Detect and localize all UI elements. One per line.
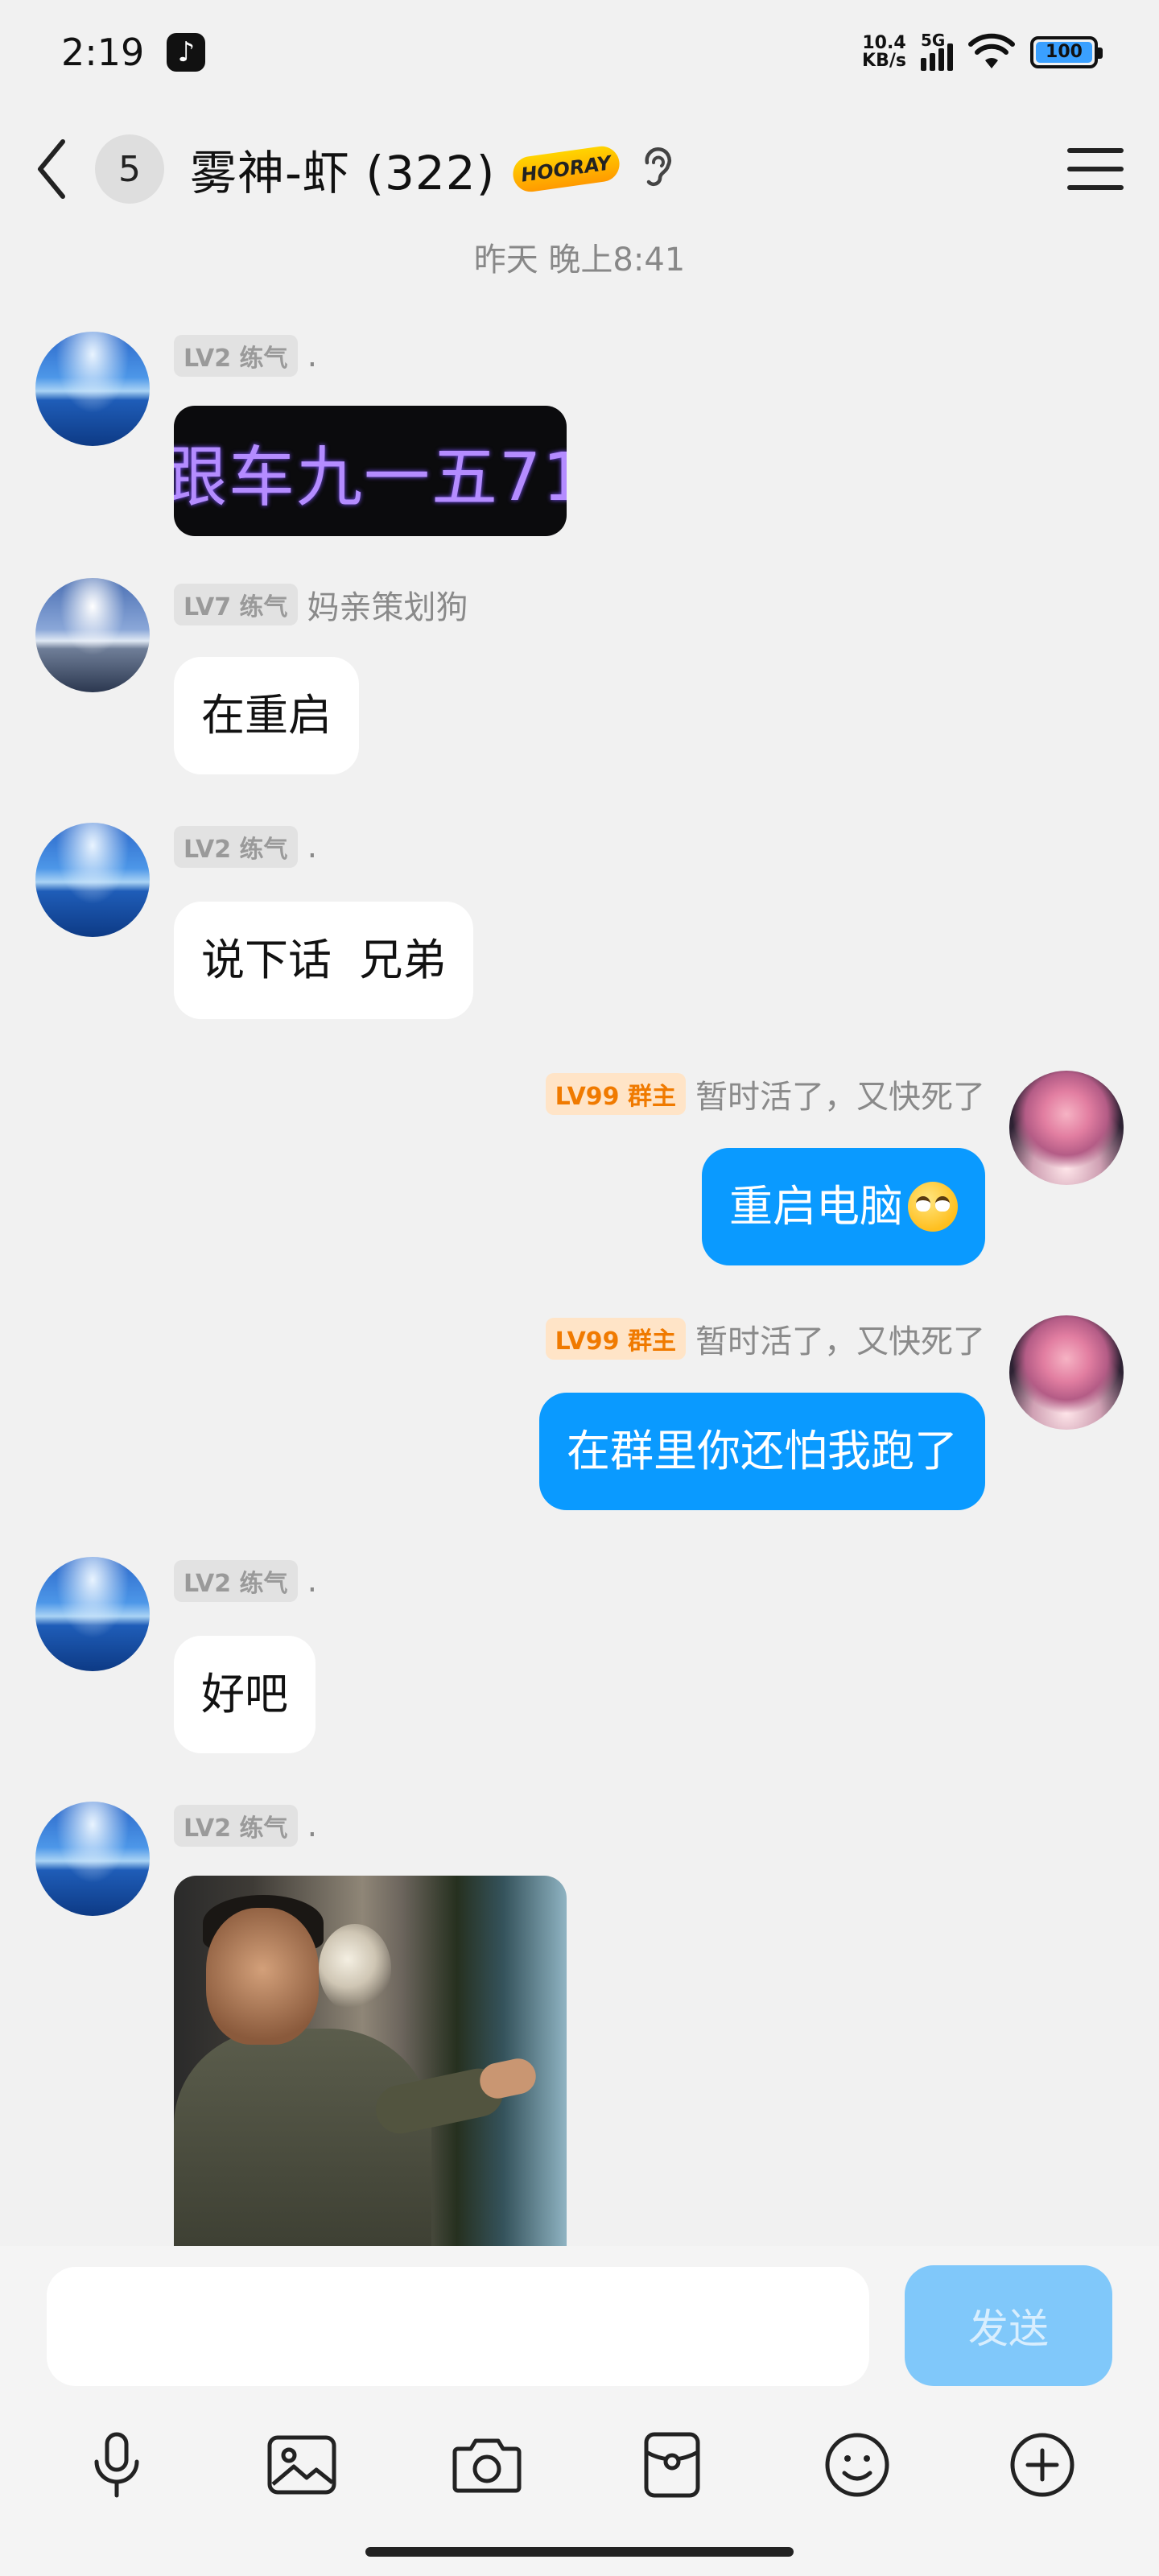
avatar[interactable] [1009, 1315, 1124, 1430]
status-bar: 2:19 ♪ 10.4 KB/s 5G 100 [0, 0, 1159, 105]
message-input[interactable] [47, 2267, 869, 2386]
image-message[interactable] [174, 1876, 567, 2246]
chat-header: 5 雾神-虾 (322) HOORAY [0, 105, 1159, 233]
message-bubble[interactable]: 重启电脑 [702, 1148, 985, 1265]
avatar[interactable] [35, 578, 150, 692]
chat-title[interactable]: 雾神-虾 (322) [190, 135, 495, 203]
message-bubble[interactable]: 好吧 [174, 1636, 316, 1753]
wifi-icon [967, 33, 1016, 72]
level-badge: LV99 群主 [545, 1073, 686, 1115]
network-speed: 10.4 KB/s [862, 35, 906, 70]
sender-name: . [307, 337, 318, 374]
message-bubble[interactable]: 说下话 兄弟 [174, 902, 474, 1019]
network-speed-value: 10.4 [862, 33, 906, 53]
level-badge: LV2 练气 [174, 1560, 298, 1602]
cellular-signal-icon: 5G [921, 31, 953, 71]
sender-name: 妈亲策划狗 [307, 589, 468, 626]
level-badge: LV2 练气 [174, 826, 298, 868]
avatar[interactable] [35, 1802, 150, 1916]
sender-name: 暂时活了，又快死了 [695, 1079, 985, 1116]
sender-name: . [307, 1563, 318, 1600]
level-badge: LV7 练气 [174, 584, 298, 625]
unread-count-badge[interactable]: 5 [95, 134, 164, 204]
plus-icon[interactable] [998, 2421, 1087, 2509]
avatar[interactable] [35, 332, 150, 446]
back-icon[interactable] [35, 133, 84, 205]
avatar[interactable] [1009, 1071, 1124, 1185]
battery-level: 100 [1036, 42, 1092, 63]
level-badge: LV99 群主 [545, 1318, 686, 1360]
message-timestamp: 昨天 晚上8:41 [473, 242, 686, 279]
message-bubble[interactable]: 在群里你还怕我跑了 [539, 1393, 985, 1510]
level-badge: LV2 练气 [174, 1805, 298, 1847]
network-type: 5G [921, 31, 946, 50]
tiktok-notification-icon: ♪ [167, 33, 206, 72]
send-button[interactable]: 发送 [905, 2265, 1112, 2386]
sticker-image[interactable]: 跟车九一五715 [174, 406, 567, 536]
emoji-icon[interactable] [813, 2421, 901, 2509]
group-badge: HOORAY [510, 143, 622, 195]
home-indicator[interactable] [365, 2547, 794, 2557]
sender-name: . [307, 828, 318, 865]
sticker-text: 跟车九一五715 [174, 439, 567, 516]
avatar[interactable] [35, 1557, 150, 1671]
avatar[interactable] [35, 823, 150, 937]
camera-icon[interactable] [443, 2421, 531, 2509]
message-text: 重启电脑 [729, 1181, 903, 1232]
red-packet-icon[interactable] [628, 2421, 716, 2509]
network-speed-unit: KB/s [862, 51, 906, 71]
sender-name: 暂时活了，又快死了 [695, 1323, 985, 1360]
rolling-eyes-emoji-icon [908, 1182, 958, 1232]
battery-icon: 100 [1030, 36, 1103, 68]
sender-name: . [307, 1807, 318, 1844]
microphone-icon[interactable] [72, 2421, 161, 2509]
level-badge: LV2 练气 [174, 335, 298, 377]
message-composer: 发送 [0, 2246, 1159, 2576]
composer-toolbar [0, 2417, 1159, 2513]
menu-icon[interactable] [1067, 148, 1124, 190]
gallery-icon[interactable] [258, 2421, 346, 2509]
status-time: 2:19 [61, 31, 145, 74]
message-bubble[interactable]: 在重启 [174, 657, 359, 774]
ear-icon[interactable] [641, 145, 673, 193]
